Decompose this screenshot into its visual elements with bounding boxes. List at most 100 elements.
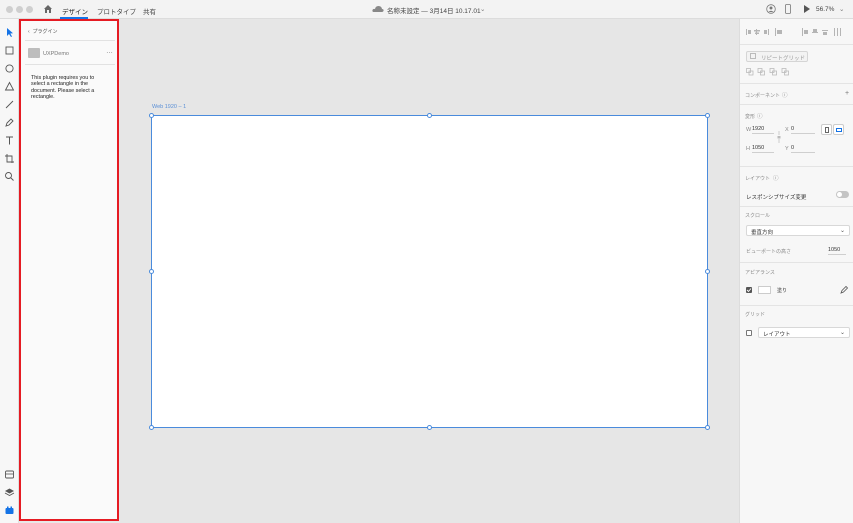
- plugins-back-label: プラグイン: [32, 29, 58, 35]
- artboard-label[interactable]: Web 1920 – 1: [152, 104, 186, 110]
- resize-handle[interactable]: [149, 269, 154, 274]
- appearance-section-label: アピアランス: [745, 270, 775, 276]
- y-label: Y: [785, 146, 789, 152]
- landscape-button[interactable]: [833, 124, 844, 135]
- divider: [25, 40, 115, 41]
- grid-type-value: レイアウト: [763, 332, 791, 338]
- add-component-button[interactable]: +: [845, 90, 849, 97]
- text-icon[interactable]: [4, 135, 15, 146]
- layers-icon[interactable]: [4, 487, 15, 498]
- portrait-button[interactable]: [821, 124, 832, 135]
- width-label: W: [746, 127, 752, 133]
- viewport-height-field[interactable]: 1050: [828, 246, 846, 255]
- resize-handle[interactable]: [705, 269, 710, 274]
- boolean-ops-icons[interactable]: [746, 68, 792, 76]
- fill-checkbox[interactable]: [746, 287, 752, 293]
- resize-handle[interactable]: [705, 113, 710, 118]
- responsive-resize-label: レスポンシブサイズ変更: [746, 195, 807, 201]
- landscape-icon: [836, 128, 842, 132]
- height-label: H: [746, 146, 750, 152]
- grid-checkbox[interactable]: [746, 330, 752, 336]
- zoom-level[interactable]: 56.7%: [816, 6, 834, 13]
- tab-share[interactable]: 共有: [143, 6, 156, 16]
- repeat-grid-icon: [750, 53, 756, 59]
- resize-handle[interactable]: [427, 425, 432, 430]
- divider: [740, 44, 853, 45]
- plugin-panel: ‹ プラグイン UXPDemo … This plugin requires y…: [19, 19, 119, 521]
- assets-icon[interactable]: [4, 469, 15, 480]
- cloud-icon: [372, 6, 384, 12]
- layout-section-label: レイアウト: [745, 176, 771, 182]
- info-icon[interactable]: ⓘ: [782, 91, 788, 99]
- play-icon[interactable]: [803, 4, 811, 14]
- divider: [740, 104, 853, 105]
- chevron-down-icon: ⌄: [839, 330, 845, 336]
- grid-section-label: グリッド: [745, 312, 766, 318]
- toggle-knob: [837, 192, 842, 197]
- x-field[interactable]: 0: [791, 125, 815, 134]
- checkmark-icon: [746, 288, 752, 293]
- plugins-icon[interactable]: [4, 505, 15, 516]
- plugin-message: This plugin requires you to select a rec…: [31, 75, 95, 100]
- divider: [740, 262, 853, 263]
- distribute-icons[interactable]: [802, 28, 848, 36]
- canvas[interactable]: Web 1920 – 1: [119, 19, 739, 523]
- scroll-value: 垂直方向: [751, 230, 774, 236]
- repeat-grid-label: リピートグリッド: [761, 56, 806, 62]
- resize-handle[interactable]: [427, 113, 432, 118]
- title-bar: デザイン プロトタイプ 共有 名称未設定 — 3月14日 10.17.01 ⌄ …: [0, 0, 853, 19]
- resize-handle[interactable]: [149, 113, 154, 118]
- minimize-window-button[interactable]: [16, 6, 23, 13]
- x-label: X: [785, 127, 789, 133]
- more-options-button[interactable]: …: [106, 48, 113, 55]
- plugins-back-button[interactable]: ‹ プラグイン: [28, 28, 57, 35]
- height-field[interactable]: 1050: [752, 144, 774, 153]
- divider: [740, 206, 853, 207]
- zoom-chevron-icon[interactable]: ⌄: [839, 5, 844, 13]
- home-icon[interactable]: [43, 4, 53, 14]
- fill-color-swatch[interactable]: [758, 286, 771, 294]
- ellipse-icon[interactable]: [4, 63, 15, 74]
- artboard[interactable]: [151, 115, 708, 428]
- property-inspector: リピートグリッド コンポーネント ⓘ + 変形 ⓘ W 1920 H 1050 …: [739, 19, 853, 523]
- chevron-down-icon: ⌄: [839, 228, 845, 234]
- select-icon[interactable]: [4, 27, 15, 38]
- scroll-select[interactable]: 垂直方向 ⌄: [746, 225, 850, 236]
- artboard-icon[interactable]: [4, 153, 15, 164]
- divider: [25, 64, 115, 65]
- divider: [740, 305, 853, 306]
- component-section-label: コンポーネント: [745, 93, 781, 99]
- width-field[interactable]: 1920: [752, 125, 774, 134]
- polygon-icon[interactable]: [4, 81, 15, 92]
- resize-handle[interactable]: [149, 425, 154, 430]
- divider: [740, 83, 853, 84]
- rectangle-icon[interactable]: [4, 45, 15, 56]
- maximize-window-button[interactable]: [26, 6, 33, 13]
- info-icon[interactable]: ⓘ: [757, 112, 763, 120]
- viewport-height-label: ビューポートの高さ: [746, 249, 792, 255]
- tool-bar: [0, 19, 19, 523]
- tab-prototype[interactable]: プロトタイプ: [97, 6, 136, 16]
- eyedropper-icon[interactable]: [840, 285, 849, 294]
- lock-aspect-icon[interactable]: [776, 131, 782, 143]
- align-icons[interactable]: [746, 28, 792, 36]
- scroll-section-label: スクロール: [745, 213, 771, 219]
- responsive-resize-toggle[interactable]: [836, 191, 849, 198]
- resize-handle[interactable]: [705, 425, 710, 430]
- plugin-icon: [28, 48, 40, 58]
- user-icon[interactable]: [766, 4, 776, 14]
- portrait-icon: [825, 127, 829, 133]
- close-window-button[interactable]: [6, 6, 13, 13]
- tab-design[interactable]: デザイン: [62, 6, 88, 16]
- chevron-down-icon[interactable]: ⌄: [480, 5, 485, 13]
- pen-icon[interactable]: [4, 117, 15, 128]
- repeat-grid-button[interactable]: リピートグリッド: [746, 51, 808, 62]
- info-icon[interactable]: ⓘ: [773, 174, 779, 182]
- plugin-name: UXPDemo: [43, 51, 69, 57]
- grid-type-select[interactable]: レイアウト ⌄: [758, 327, 850, 338]
- zoom-icon[interactable]: [4, 171, 15, 182]
- mobile-preview-icon[interactable]: [785, 4, 791, 14]
- line-icon[interactable]: [4, 99, 15, 110]
- y-field[interactable]: 0: [791, 144, 815, 153]
- document-title[interactable]: 名称未設定 — 3月14日 10.17.01: [387, 5, 481, 15]
